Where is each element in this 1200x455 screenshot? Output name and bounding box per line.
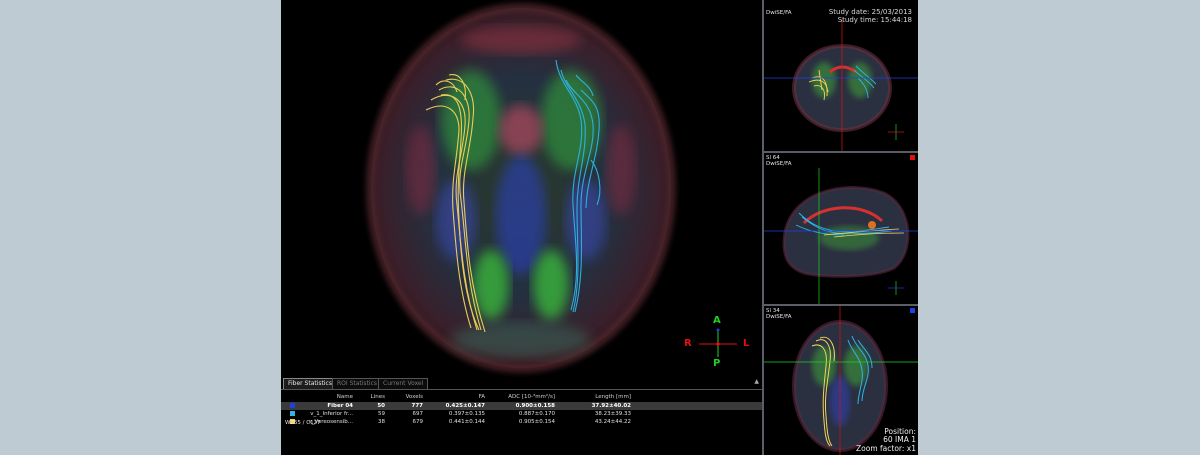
collapse-panel-button[interactable]: ▲ bbox=[754, 378, 759, 385]
row-lines: 59 bbox=[378, 411, 385, 417]
dti-viewer-app: A P R L DwiSE/FA Study date: 25/03/2013 … bbox=[281, 0, 918, 455]
row-fa: 0.441±0.144 bbox=[448, 419, 485, 425]
orientation-label-posterior: P bbox=[713, 358, 721, 369]
zoom-factor: Zoom factor: x1 bbox=[856, 443, 916, 453]
row-adc: 0.905±0.154 bbox=[518, 419, 555, 425]
row-fa: 0.397±0.135 bbox=[448, 411, 485, 417]
row-fa: 0.425±0.147 bbox=[429, 402, 491, 410]
column-header-adc[interactable]: ADC [10-³mm²/s] bbox=[491, 393, 561, 402]
table-header-row: Name Lines Voxels FA ADC [10-³mm²/s] Len… bbox=[281, 393, 762, 402]
study-date-label: Study date: bbox=[828, 8, 870, 16]
sagittal-orientation-gizmo bbox=[888, 281, 904, 295]
row-length: 38.23±39.33 bbox=[594, 411, 631, 417]
row-color-cell bbox=[281, 410, 301, 418]
spacer-column bbox=[637, 393, 762, 402]
orientation-gizmo bbox=[699, 328, 737, 357]
row-spacer bbox=[637, 410, 762, 418]
tab-roi-statistics[interactable]: ROI Statistics bbox=[332, 378, 382, 389]
axial-side-view[interactable]: Sl 34 DwiSE/FA Position: 60 IMA 1 Zoom f… bbox=[764, 306, 918, 455]
row-name: v_1_Inferior fr... bbox=[310, 411, 353, 417]
row-length: 37.92±40.02 bbox=[561, 402, 637, 410]
main-axial-view[interactable]: A P R L bbox=[281, 0, 762, 377]
orientation-label-right: R bbox=[684, 338, 692, 349]
column-header-voxels[interactable]: Voxels bbox=[391, 393, 429, 402]
row-length: 43.24±44.22 bbox=[594, 419, 631, 425]
row-spacer bbox=[637, 402, 762, 410]
row-adc: 0.887±0.170 bbox=[518, 411, 555, 417]
coronal-view[interactable]: DwiSE/FA Study date: 25/03/2013 Study ti… bbox=[764, 0, 918, 151]
row-adc: 0.900±0.158 bbox=[491, 402, 561, 410]
window-level-overlay: W255 / C127 bbox=[285, 420, 321, 426]
coronal-orientation-gizmo bbox=[888, 124, 904, 140]
table-row[interactable]: Fiber 04 50 777 0.425±0.147 0.900±0.158 … bbox=[281, 402, 762, 410]
table-row[interactable]: v_Vereosensib... 38 679 0.441±0.144 0.90… bbox=[281, 418, 762, 426]
row-voxels: 679 bbox=[412, 419, 424, 425]
column-header-length[interactable]: Length [mm] bbox=[561, 393, 637, 402]
panel-tabs: Fiber Statistics ROI Statistics Current … bbox=[281, 377, 762, 390]
row-color-swatch[interactable] bbox=[290, 403, 295, 408]
study-time-label: Study time: bbox=[837, 16, 879, 24]
orientation-label-anterior: A bbox=[713, 315, 721, 326]
row-color-swatch[interactable] bbox=[290, 411, 295, 416]
row-voxels: 697 bbox=[412, 411, 424, 417]
color-column-header bbox=[281, 393, 301, 402]
orientation-label-left: L bbox=[743, 338, 750, 349]
study-date-value: 25/03/2013 bbox=[871, 8, 912, 16]
tab-current-voxel[interactable]: Current Voxel bbox=[378, 378, 429, 389]
study-info: Study date: 25/03/2013 Study time: 15:44… bbox=[829, 8, 912, 24]
row-color-cell bbox=[281, 402, 301, 410]
axial-series-label: DwiSE/FA bbox=[766, 314, 792, 320]
row-lines: 50 bbox=[359, 402, 391, 410]
column-header-fa[interactable]: FA bbox=[429, 393, 491, 402]
fiber-statistics-table: Name Lines Voxels FA ADC [10-³mm²/s] Len… bbox=[281, 393, 762, 426]
tab-fiber-statistics[interactable]: Fiber Statistics bbox=[283, 378, 337, 389]
sagittal-view[interactable]: Sl 64 DwiSE/FA bbox=[764, 153, 918, 304]
sagittal-series-label: DwiSE/FA bbox=[766, 161, 792, 167]
row-spacer bbox=[637, 418, 762, 426]
coronal-series-label: DwiSE/FA bbox=[766, 10, 792, 16]
row-name: Fiber 04 bbox=[301, 402, 359, 410]
table-row[interactable]: v_1_Inferior fr... 59 697 0.397±0.135 0.… bbox=[281, 410, 762, 418]
brain-sagittal-image bbox=[764, 168, 918, 304]
study-time-value: 15:44:18 bbox=[880, 16, 912, 24]
row-voxels: 777 bbox=[391, 402, 429, 410]
column-header-lines[interactable]: Lines bbox=[359, 393, 391, 402]
brain-axial-image bbox=[366, 3, 737, 373]
sagittal-active-marker bbox=[910, 155, 915, 160]
axial-active-marker bbox=[910, 308, 915, 313]
column-header-name[interactable]: Name bbox=[301, 393, 359, 402]
statistics-panel: Fiber Statistics ROI Statistics Current … bbox=[281, 377, 762, 455]
row-lines: 38 bbox=[378, 419, 385, 425]
position-info: Position: 60 IMA 1 Zoom factor: x1 bbox=[856, 427, 916, 454]
